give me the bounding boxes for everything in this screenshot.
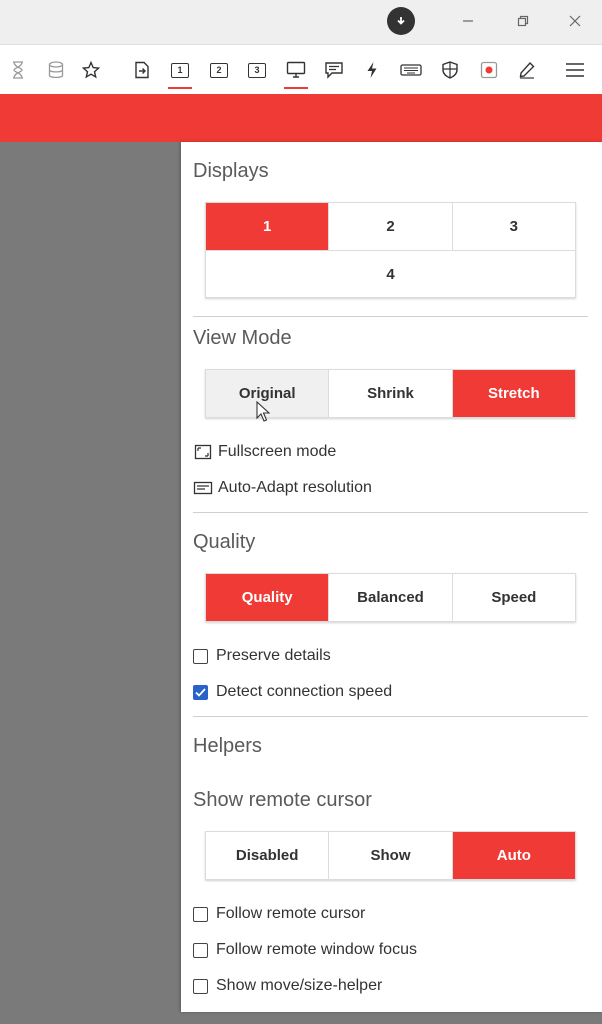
quality-speed-button[interactable]: Speed [451, 574, 575, 621]
close-button[interactable] [561, 8, 589, 34]
download-icon [395, 15, 407, 27]
checkmark-icon [195, 687, 206, 697]
follow-cursor-checkbox[interactable] [193, 906, 208, 922]
divider [193, 512, 588, 513]
cursor-auto-button[interactable]: Auto [451, 832, 575, 879]
displays-selector: 1 2 3 4 [205, 202, 576, 298]
view-mode-title: View Mode [193, 327, 292, 349]
preserve-details-label: Preserve details [216, 647, 331, 664]
monitor-2-icon[interactable]: 2 [204, 55, 234, 85]
chat-icon[interactable] [319, 55, 349, 85]
follow-focus-option[interactable]: Follow remote window focus [193, 941, 417, 959]
detect-speed-option[interactable]: Detect connection speed [193, 683, 392, 701]
helpers-title: Helpers [193, 735, 262, 757]
display-3-button[interactable]: 3 [451, 203, 575, 250]
monitor-1-icon[interactable]: 1 [165, 55, 195, 89]
follow-focus-checkbox[interactable] [193, 942, 208, 958]
preserve-details-checkbox[interactable] [193, 648, 208, 664]
follow-focus-label: Follow remote window focus [216, 941, 417, 958]
minimize-button[interactable] [454, 8, 482, 34]
restore-icon [517, 15, 529, 27]
pen-icon[interactable] [512, 55, 542, 85]
hourglass-icon[interactable] [3, 55, 33, 85]
display-1-button[interactable]: 1 [206, 203, 329, 250]
fullscreen-option[interactable]: Fullscreen mode [193, 443, 336, 461]
toolbar: 1 2 3 [0, 44, 602, 94]
move-size-checkbox[interactable] [193, 978, 208, 994]
divider [193, 716, 588, 717]
quality-selector: Quality Balanced Speed [205, 573, 576, 622]
cursor-show-button[interactable]: Show [328, 832, 451, 879]
show-cursor-title: Show remote cursor [193, 789, 372, 811]
move-size-label: Show move/size-helper [216, 977, 383, 994]
menu-icon[interactable] [560, 55, 590, 85]
display-2-button[interactable]: 2 [328, 203, 451, 250]
restore-button[interactable] [509, 8, 537, 34]
monitor-3-label: 3 [248, 62, 266, 78]
title-bar [0, 0, 602, 44]
detect-speed-checkbox[interactable] [193, 684, 208, 700]
displays-title: Displays [193, 160, 269, 182]
session-banner [0, 94, 602, 142]
lightning-icon[interactable] [357, 55, 387, 85]
download-button[interactable] [387, 7, 415, 35]
minimize-icon [463, 20, 473, 22]
follow-cursor-option[interactable]: Follow remote cursor [193, 905, 365, 923]
view-shrink-button[interactable]: Shrink [328, 370, 451, 417]
monitor-3-icon[interactable]: 3 [242, 55, 272, 85]
cursor-disabled-button[interactable]: Disabled [206, 832, 328, 879]
move-size-option[interactable]: Show move/size-helper [193, 977, 382, 995]
monitor-2-label: 2 [210, 62, 228, 78]
monitor-1-label: 1 [171, 62, 189, 78]
file-transfer-icon[interactable] [127, 55, 157, 85]
follow-cursor-label: Follow remote cursor [216, 905, 366, 922]
quality-quality-button[interactable]: Quality [206, 574, 329, 621]
star-icon[interactable] [76, 55, 106, 85]
view-stretch-button[interactable]: Stretch [451, 370, 575, 417]
preserve-details-option[interactable]: Preserve details [193, 647, 331, 665]
display-4-button[interactable]: 4 [206, 251, 575, 297]
record-icon[interactable] [474, 55, 504, 85]
mouse-pointer-icon [256, 401, 270, 422]
keyboard-icon[interactable] [396, 55, 426, 85]
fullscreen-icon [193, 444, 213, 460]
quality-title: Quality [193, 531, 256, 553]
auto-adapt-label: Auto-Adapt resolution [218, 479, 372, 496]
shield-icon[interactable] [435, 55, 465, 85]
fullscreen-label: Fullscreen mode [218, 443, 337, 460]
monitor-all-icon[interactable] [281, 55, 311, 89]
detect-speed-label: Detect connection speed [216, 683, 393, 700]
quality-balanced-button[interactable]: Balanced [328, 574, 451, 621]
auto-adapt-icon [193, 480, 213, 496]
close-icon [569, 15, 581, 27]
auto-adapt-option[interactable]: Auto-Adapt resolution [193, 479, 372, 497]
database-icon[interactable] [41, 55, 71, 85]
divider [193, 316, 588, 317]
cursor-selector: Disabled Show Auto [205, 831, 576, 880]
display-settings-panel: Displays 1 2 3 4 View Mode Original Shri… [181, 142, 602, 1012]
